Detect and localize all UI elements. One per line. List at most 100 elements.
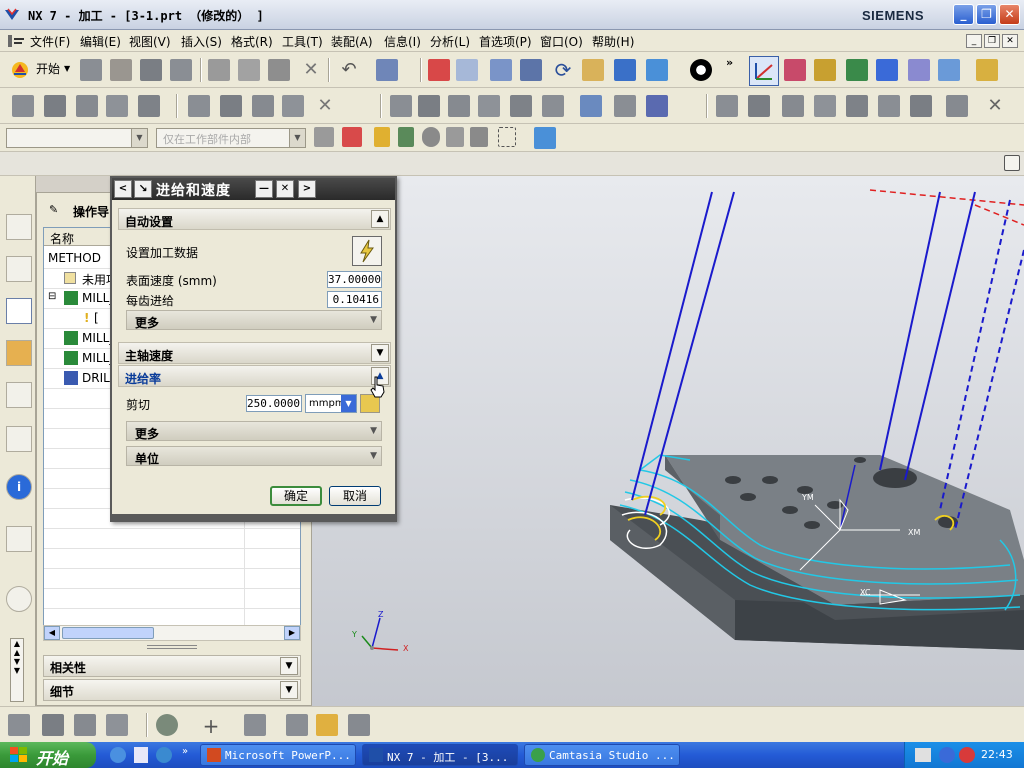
cut-icon[interactable] — [208, 59, 230, 81]
background-icon[interactable] — [690, 59, 712, 81]
wcs-dynamic-icon[interactable] — [876, 59, 898, 81]
new-file-icon[interactable] — [80, 59, 102, 81]
chevron-down-icon[interactable]: ▼ — [280, 657, 298, 675]
cavity-mill-icon[interactable] — [716, 95, 738, 117]
operation-navigator-tab[interactable] — [6, 298, 32, 324]
view-cube-icon[interactable] — [534, 127, 556, 149]
dialog-reset-icon[interactable]: ↘ — [134, 180, 152, 198]
web-browser-tab[interactable] — [6, 526, 32, 552]
pin-icon[interactable]: ✎ — [49, 203, 58, 216]
wcs-rotate-icon[interactable] — [846, 59, 868, 81]
generate-toolpath-icon[interactable] — [188, 95, 210, 117]
quadrant-icon[interactable] — [470, 127, 488, 147]
dialog-minimize-icon[interactable]: — — [255, 180, 273, 198]
fit-view-icon[interactable] — [428, 59, 450, 81]
rectangle-select-icon[interactable] — [498, 127, 516, 147]
machine-view-icon[interactable] — [510, 95, 532, 117]
program-view-icon[interactable] — [390, 95, 412, 117]
face-mill-icon[interactable] — [814, 95, 836, 117]
create-tool-icon[interactable] — [44, 95, 66, 117]
revolve-icon[interactable] — [74, 714, 96, 736]
method-view-icon[interactable] — [478, 95, 500, 117]
ok-button[interactable]: 确定 — [270, 486, 322, 506]
feature-icon[interactable] — [156, 714, 178, 736]
quicklaunch-overflow-icon[interactable]: » — [182, 746, 188, 757]
zlevel-icon[interactable] — [748, 95, 770, 117]
fullscreen-icon[interactable] — [1004, 155, 1020, 171]
start-icon[interactable] — [10, 60, 30, 80]
open-file-icon[interactable] — [110, 59, 132, 81]
start-menu-button[interactable]: 开始 — [36, 60, 60, 77]
constraint-navigator-tab[interactable] — [6, 256, 32, 282]
pan-icon[interactable] — [582, 59, 604, 81]
verify-toolpath-icon[interactable] — [252, 95, 274, 117]
panel-splitter[interactable] — [147, 645, 197, 649]
print-icon[interactable] — [170, 59, 192, 81]
graphics-window[interactable]: Z Y X XM YM XC — [312, 176, 1024, 706]
menu-file[interactable]: 文件(F) — [30, 33, 70, 50]
scroll-right-icon[interactable]: ▶ — [284, 626, 300, 640]
shop-doc-icon[interactable] — [580, 95, 602, 117]
menu-tools[interactable]: 工具(T) — [282, 33, 323, 50]
feeds-speeds-icon[interactable] — [614, 95, 636, 117]
mdi-close-button[interactable]: ✕ — [1002, 34, 1018, 48]
back-arrow-icon[interactable] — [939, 747, 955, 763]
type-filter-dropdown[interactable]: ▼ — [6, 128, 148, 148]
menu-grip-icon[interactable] — [8, 35, 24, 47]
menu-preferences[interactable]: 首选项(P) — [479, 33, 532, 50]
tool-view-icon[interactable] — [418, 95, 440, 117]
keyboard-icon[interactable] — [915, 748, 931, 762]
taskbar-item-camtasia[interactable]: Camtasia Studio ... — [524, 744, 680, 766]
windows-start-button[interactable]: 开始 — [0, 742, 96, 768]
close-button[interactable]: ✕ — [999, 4, 1020, 25]
end-point-icon[interactable] — [374, 127, 390, 147]
paste-icon[interactable] — [268, 59, 290, 81]
geometry-view-icon[interactable] — [448, 95, 470, 117]
create-method-icon[interactable] — [106, 95, 128, 117]
menu-insert[interactable]: 插入(S) — [181, 33, 222, 50]
replay-toolpath-icon[interactable] — [220, 95, 242, 117]
taskbar-item-powerpoint[interactable]: Microsoft PowerP... — [200, 744, 356, 766]
csys-icon[interactable] — [784, 59, 806, 81]
dialog-close-icon[interactable]: ✕ — [276, 180, 294, 198]
postprocess-icon[interactable] — [542, 95, 564, 117]
cut-feed-input[interactable]: 250.0000 — [246, 395, 302, 412]
selection-scope-dropdown[interactable]: 仅在工作部件内部 ▼ — [156, 128, 306, 148]
thread-mill-icon[interactable] — [910, 95, 932, 117]
chevron-down-icon[interactable]: ▼ — [280, 681, 298, 699]
resource-bar-scroller[interactable]: ▲ ▲ ▼ ▼ — [10, 638, 24, 702]
scroll-left-icon[interactable]: ◀ — [44, 626, 60, 640]
dialog-forward-icon[interactable]: > — [298, 180, 316, 198]
section-feed-rates[interactable]: 进给率 ▲ — [118, 365, 391, 387]
section-spindle-speed[interactable]: 主轴速度 ▼ — [118, 342, 391, 364]
units-bar[interactable]: 单位 ▼ — [126, 446, 382, 466]
assembly-navigator-tab[interactable] — [6, 214, 32, 240]
dialog-back-icon[interactable]: < — [114, 180, 132, 198]
menu-help[interactable]: 帮助(H) — [592, 33, 634, 50]
undo-icon[interactable]: ↶ — [338, 59, 360, 81]
reuse-library-tab[interactable] — [6, 382, 32, 408]
maximize-button[interactable]: ❐ — [976, 4, 997, 25]
hide-toolpath-icon[interactable]: ✕ — [984, 95, 1006, 117]
section-auto-settings[interactable]: 自动设置 ▲ — [118, 208, 391, 230]
magnify-icon[interactable] — [520, 59, 542, 81]
offset-icon[interactable] — [286, 714, 308, 736]
mdi-minimize-button[interactable]: _ — [966, 34, 982, 48]
measure-icon[interactable] — [976, 59, 998, 81]
save-icon[interactable] — [140, 59, 162, 81]
boolean-icon[interactable] — [316, 714, 338, 736]
create-program-icon[interactable] — [12, 95, 34, 117]
drill-icon[interactable] — [878, 95, 900, 117]
minimize-button[interactable]: _ — [953, 4, 974, 25]
menu-information[interactable]: 信息(I) — [384, 33, 421, 50]
feed-per-tooth-input[interactable]: 0.10416 — [327, 291, 382, 308]
intersection-icon[interactable] — [446, 127, 464, 147]
list-toolpath-icon[interactable] — [282, 95, 304, 117]
expand-minus-icon[interactable]: ⊟ — [48, 291, 56, 302]
body-icon[interactable] — [348, 714, 370, 736]
toolbar-overflow-icon[interactable]: » — [726, 56, 733, 69]
media-player-icon[interactable] — [156, 747, 172, 763]
blank-icon[interactable] — [946, 95, 968, 117]
surface-speed-input[interactable]: 37.00000 — [327, 271, 382, 288]
show-desktop-icon[interactable] — [134, 747, 148, 763]
